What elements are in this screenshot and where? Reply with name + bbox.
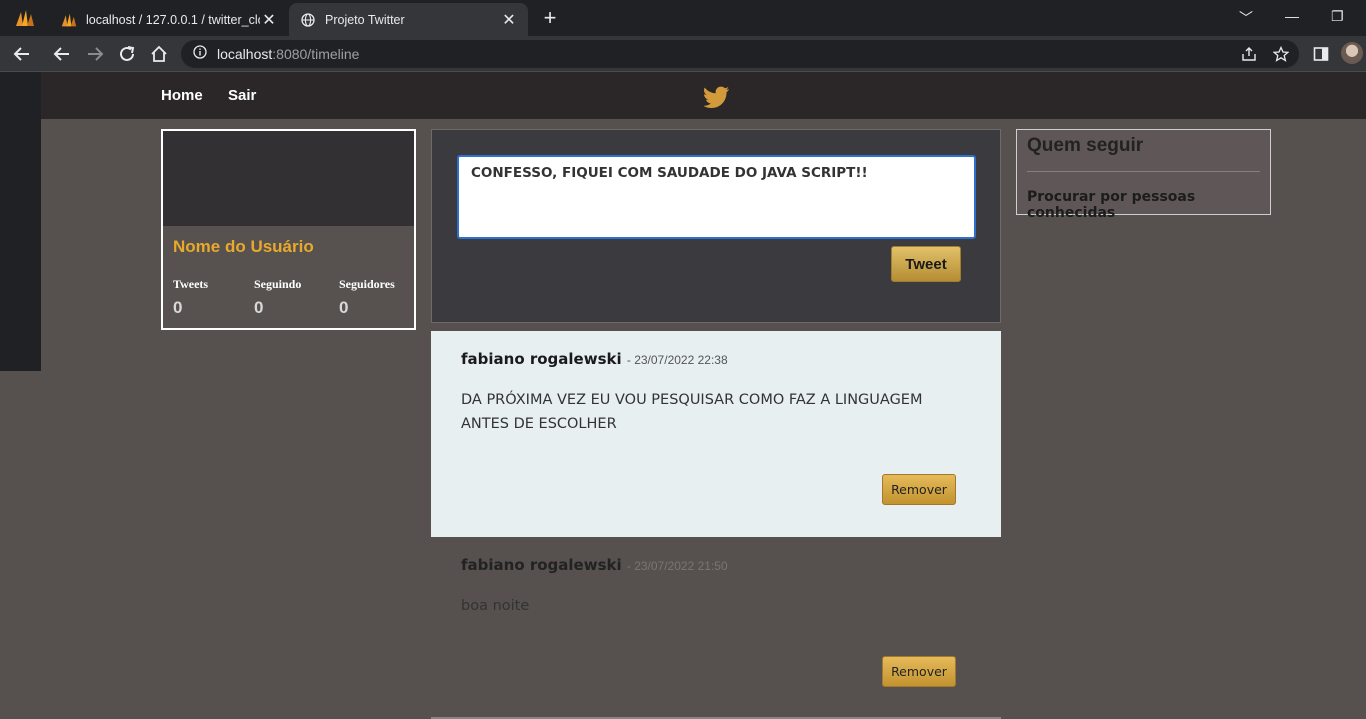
url-path: :8080/timeline: [272, 46, 360, 62]
tweet-header: fabiano rogalewski - 23/07/2022 21:50: [461, 556, 728, 574]
tweet-composer: CONFESSO, FIQUEI COM SAUDADE DO JAVA SCR…: [431, 129, 1001, 323]
profile-card: Nome do Usuário Tweets 0 Seguindo 0 Segu…: [161, 129, 416, 330]
tab-projeto-twitter[interactable]: Projeto Twitter ✕: [289, 3, 528, 36]
tab-phpmyadmin[interactable]: localhost / 127.0.0.1 / twitter_clone ✕: [50, 3, 288, 36]
bookmark-star-icon[interactable]: [1269, 42, 1293, 66]
search-people-link[interactable]: Procurar por pessoas conhecidas: [1027, 189, 1270, 221]
tweet-author: fabiano rogalewski: [461, 556, 622, 574]
browser-toolbar: localhost:8080/timeline: [0, 36, 1366, 72]
tab-title: localhost / 127.0.0.1 / twitter_clone: [86, 12, 260, 27]
stat-following: Seguindo 0: [254, 277, 301, 318]
tweet-header: fabiano rogalewski - 23/07/2022 22:38: [461, 350, 728, 368]
forward-icon[interactable]: [83, 42, 107, 66]
divider: [1027, 171, 1260, 172]
pinned-tab-phpmyadmin-icon[interactable]: [14, 8, 36, 28]
stat-value: 0: [173, 298, 183, 317]
tab-search-icon[interactable]: ﹀: [1239, 8, 1253, 28]
browser-tab-strip: localhost / 127.0.0.1 / twitter_clone ✕ …: [0, 0, 1366, 36]
tweet-content: DA PRÓXIMA VEZ EU VOU PESQUISAR COMO FAZ…: [461, 392, 923, 432]
stat-value: 0: [339, 298, 349, 317]
back-icon[interactable]: [50, 42, 74, 66]
tweet-author: fabiano rogalewski: [461, 350, 622, 368]
profile-username[interactable]: Nome do Usuário: [173, 237, 314, 257]
side-back-icon[interactable]: [10, 42, 34, 66]
side-panel-icon[interactable]: [1309, 42, 1333, 66]
close-tab-icon[interactable]: ✕: [260, 10, 278, 30]
stat-followers: Seguidores 0: [339, 277, 395, 318]
left-dark-strip: [0, 72, 41, 371]
profile-avatar[interactable]: [1341, 42, 1363, 64]
who-to-follow-title: Quem seguir: [1027, 135, 1144, 156]
tweet-content: boa noite: [461, 598, 530, 614]
remove-tweet-button[interactable]: Remover: [882, 474, 956, 505]
stat-tweets: Tweets 0: [173, 277, 208, 318]
url-host: localhost: [217, 46, 273, 62]
tweet-item: fabiano rogalewski - 23/07/2022 22:38 DA…: [431, 331, 1001, 537]
minimize-icon[interactable]: —: [1285, 8, 1299, 24]
globe-icon: [299, 12, 317, 28]
nav-home-link[interactable]: Home: [161, 87, 203, 104]
twitter-bird-icon[interactable]: [703, 86, 730, 108]
tab-title: Projeto Twitter: [325, 12, 405, 27]
tweet-date: - 23/07/2022 21:50: [626, 559, 728, 573]
info-icon[interactable]: [193, 44, 207, 64]
stat-value: 0: [254, 298, 264, 317]
site-navbar: Home Sair: [41, 72, 1366, 119]
tweet-item: fabiano rogalewski - 23/07/2022 21:50 bo…: [431, 537, 1001, 719]
phpmyadmin-icon: [60, 12, 78, 28]
reload-icon[interactable]: [115, 42, 139, 66]
home-icon[interactable]: [147, 42, 171, 66]
tweet-button[interactable]: Tweet: [891, 246, 961, 282]
address-bar[interactable]: localhost:8080/timeline: [181, 40, 1299, 68]
profile-cover: [163, 131, 414, 226]
stat-label: Seguindo: [254, 277, 302, 291]
stat-label: Tweets: [173, 277, 209, 291]
nav-logout-link[interactable]: Sair: [228, 87, 256, 104]
new-tab-button[interactable]: +: [540, 7, 560, 29]
remove-tweet-button[interactable]: Remover: [882, 656, 956, 687]
who-to-follow-panel: Quem seguir Procurar por pessoas conheci…: [1016, 129, 1271, 221]
close-tab-icon[interactable]: ✕: [500, 10, 518, 30]
share-icon[interactable]: [1237, 42, 1261, 66]
tweet-date: - 23/07/2022 22:38: [626, 353, 728, 367]
stat-label: Seguidores: [339, 277, 395, 291]
url-text: localhost:8080/timeline: [217, 46, 359, 62]
maximize-icon[interactable]: ❐: [1331, 8, 1344, 25]
tweet-input[interactable]: CONFESSO, FIQUEI COM SAUDADE DO JAVA SCR…: [457, 155, 976, 239]
